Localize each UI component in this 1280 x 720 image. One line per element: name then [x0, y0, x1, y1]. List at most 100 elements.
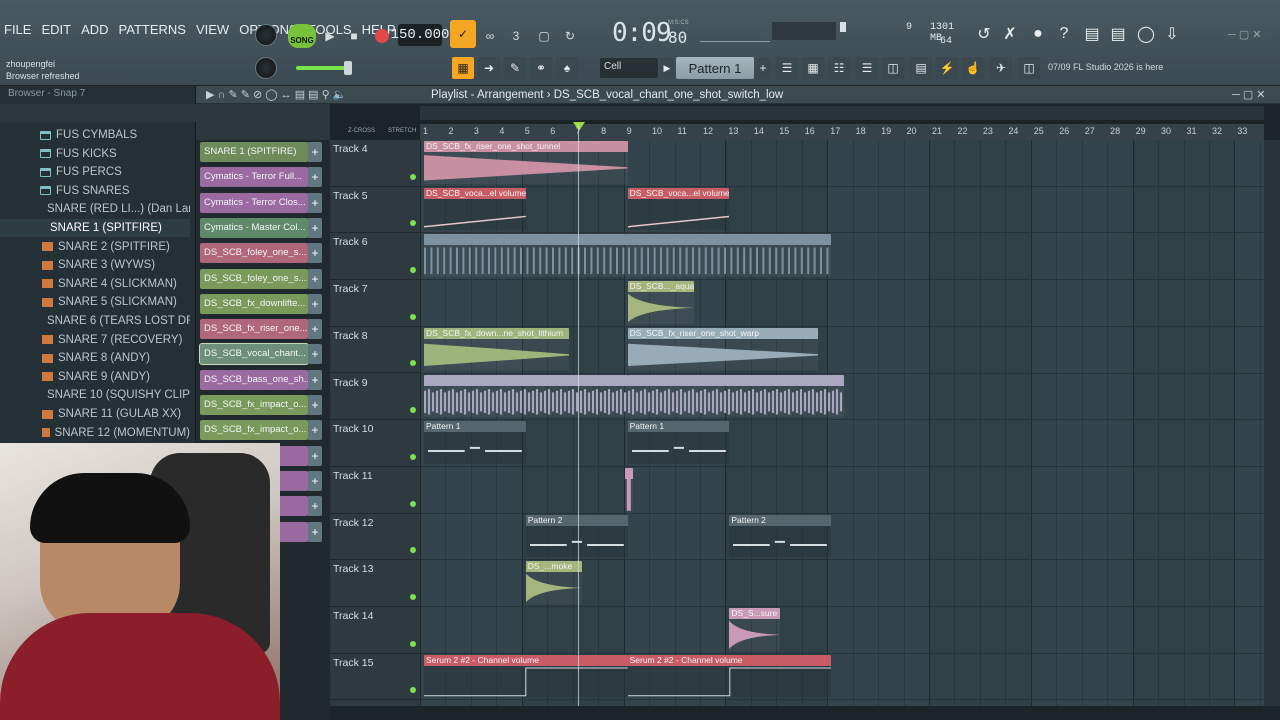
pattern-selector[interactable]: Pattern 1 [676, 57, 754, 79]
channel-add-icon[interactable]: + [308, 167, 322, 188]
playlist-clip[interactable] [424, 374, 628, 418]
browser-item[interactable]: SNARE 12 (MOMENTUM) [0, 424, 190, 442]
browser-item[interactable]: SNARE 10 (SQUISHY CLIP) [0, 386, 190, 404]
playlist-grid[interactable]: DS_SCB_fx_riser_one_shot_tunnel DS_SCB_vo… [420, 140, 1264, 706]
track-mute-led[interactable] [410, 267, 416, 274]
track-mute-led[interactable] [410, 640, 416, 647]
playlist-clip[interactable]: Pattern 1 [424, 421, 526, 464]
browser-item[interactable]: SNARE 2 (SPITFIRE) [0, 238, 190, 256]
browser-item[interactable]: FUS CYMBALS [0, 126, 190, 144]
playlist-vertical-scrollbar[interactable] [1264, 140, 1280, 706]
track-header[interactable]: Track 15 [330, 654, 420, 701]
track-header[interactable]: Track 4 [330, 140, 420, 187]
channel-button[interactable]: DS_SCB_fx_downlifte... [200, 293, 308, 314]
playlist-clip[interactable]: Serum 2 #2 - Channel volume [627, 654, 832, 698]
track-header[interactable]: Track 12 [330, 514, 420, 561]
track-mute-led[interactable] [410, 547, 416, 554]
stop-icon[interactable]: ■ [342, 24, 366, 48]
channel-button[interactable]: Cymatics - Master Col... [200, 217, 308, 238]
download-icon[interactable]: ⇩ [1160, 22, 1184, 46]
chat-icon[interactable]: ◯ [1134, 22, 1158, 46]
window-controls[interactable]: ─ ▢ ✕ [1228, 28, 1262, 41]
playlist-clip[interactable]: Pattern 1 [627, 421, 730, 464]
menu-view[interactable]: VIEW [194, 22, 231, 48]
channel-add-icon[interactable]: + [308, 268, 322, 289]
browser-item[interactable]: SNARE 9 (ANDY) [0, 368, 190, 386]
channel-add-icon[interactable]: + [308, 142, 322, 162]
track-header[interactable]: Track 7 [330, 280, 420, 327]
menu-add[interactable]: ADD [79, 22, 110, 48]
track-header[interactable]: Track 8 [330, 327, 420, 374]
track-mute-led[interactable] [410, 360, 416, 367]
track-header[interactable]: Track 5 [330, 187, 420, 234]
playlist-clip[interactable] [625, 467, 633, 511]
channel-button[interactable]: DS_SCB_fx_impact_o... [200, 420, 308, 441]
channel-add-icon[interactable]: + [308, 445, 322, 466]
track-header[interactable]: Track 9 [330, 374, 420, 421]
countdown-icon[interactable]: 3 [504, 24, 528, 48]
browser-item[interactable]: SNARE 6 (TEARS LOST DROP) [0, 312, 190, 330]
news-ticker[interactable]: 07/09 FL Studio 2026 is here [1048, 62, 1163, 72]
track-mute-led[interactable] [410, 407, 416, 414]
channel-add-icon[interactable]: + [308, 344, 322, 365]
track-header[interactable]: Track 14 [330, 607, 420, 654]
piano-roll-icon[interactable]: ▦ [802, 57, 824, 79]
track-mute-led[interactable] [410, 173, 416, 180]
channel-button[interactable]: DS_SCB_fx_riser_one... [200, 319, 308, 340]
channel-button[interactable]: DS_SCB_fx_impact_o... [200, 395, 308, 415]
playlist-clip[interactable]: DS_SCB_fx_down...ne_shot_lithium [424, 327, 570, 371]
playlist-horizontal-scrollbar[interactable] [420, 106, 1264, 120]
online-icon[interactable]: ✈ [990, 57, 1012, 79]
playhead-marker[interactable] [573, 122, 585, 131]
mixer-icon[interactable]: ☰ [856, 57, 878, 79]
channel-button[interactable]: DS_SCB_vocal_chant... [199, 343, 309, 366]
browser-item[interactable]: SNARE 1 (SPITFIRE) [0, 219, 190, 237]
tempo-display[interactable]: 150.000 [391, 24, 449, 46]
microphone-icon[interactable]: ● [1026, 22, 1050, 46]
playlist-clip[interactable]: Pattern 2 [729, 514, 832, 558]
pattern-prev-icon[interactable]: ▶ [660, 58, 674, 78]
track-mute-led[interactable] [410, 593, 416, 600]
channel-add-icon[interactable]: + [308, 293, 322, 314]
render-icon[interactable]: ▤ [1106, 22, 1130, 46]
channel-add-icon[interactable]: + [308, 470, 322, 491]
channel-button[interactable]: Cymatics - Terror Full... [200, 167, 308, 188]
track-header[interactable]: Track 6 [330, 233, 420, 281]
menu-edit[interactable]: EDIT [39, 22, 73, 48]
playlist-clip[interactable]: DS_S...sure [729, 608, 781, 651]
browser-item[interactable]: SNARE 5 (SLICKMAN) [0, 293, 190, 311]
browser-item[interactable]: SNARE 11 (GULAB XX) [0, 405, 190, 423]
timeline-ruler[interactable]: 1234567891011121314151617181920212223242… [420, 124, 1264, 140]
playlist-clip[interactable]: DS_SCB_fx_riser_one_shot_tunnel [424, 141, 628, 184]
save-icon[interactable]: ▤ [1080, 22, 1104, 46]
menu-patterns[interactable]: PATTERNS [117, 22, 188, 48]
pattern-mode-icon[interactable]: ▦ [452, 57, 474, 79]
song-mode-toggle[interactable]: SONG [288, 24, 316, 48]
menu-file[interactable]: FILE [2, 22, 33, 48]
playlist-clip[interactable]: DS_...moke [525, 561, 582, 604]
track-header[interactable]: Track 11 [330, 467, 420, 514]
browser-item[interactable]: FUS KICKS [0, 145, 190, 163]
channel-button[interactable]: DS_SCB_foley_one_s... [200, 268, 308, 289]
wait-input-icon[interactable]: ∞ [478, 24, 502, 48]
pencil-tool-icon[interactable]: ✎ [504, 57, 526, 79]
playlist-clip[interactable]: DS_SCB_voca...el volume [424, 187, 526, 231]
playlist-clip[interactable] [424, 234, 628, 278]
play-icon[interactable]: ▶ [318, 24, 342, 48]
playlist-clip[interactable]: Pattern 2 [525, 514, 628, 558]
channel-add-icon[interactable]: + [308, 217, 322, 238]
project-icon[interactable]: ▤ [910, 57, 932, 79]
channel-button[interactable]: DS_SCB_bass_one_sh... [200, 369, 308, 390]
snap-selector[interactable]: Cell [600, 58, 658, 78]
pattern-add-icon[interactable]: + [756, 58, 770, 78]
loop-record-icon[interactable]: ↻ [558, 24, 582, 48]
channel-add-icon[interactable]: + [308, 192, 322, 213]
metronome-icon[interactable]: ✓ [450, 20, 476, 48]
browser-icon[interactable]: ◫ [882, 57, 904, 79]
touch-icon[interactable]: ☝ [962, 57, 984, 79]
channel-button[interactable]: Cymatics - Terror Clos... [200, 192, 308, 213]
playlist-clip[interactable]: Serum 2 #2 - Channel volume [424, 654, 628, 698]
track-mute-led[interactable] [410, 313, 416, 320]
browser-item[interactable]: FUS PERCS [0, 163, 190, 181]
stamp-icon[interactable]: ♠ [556, 57, 578, 79]
